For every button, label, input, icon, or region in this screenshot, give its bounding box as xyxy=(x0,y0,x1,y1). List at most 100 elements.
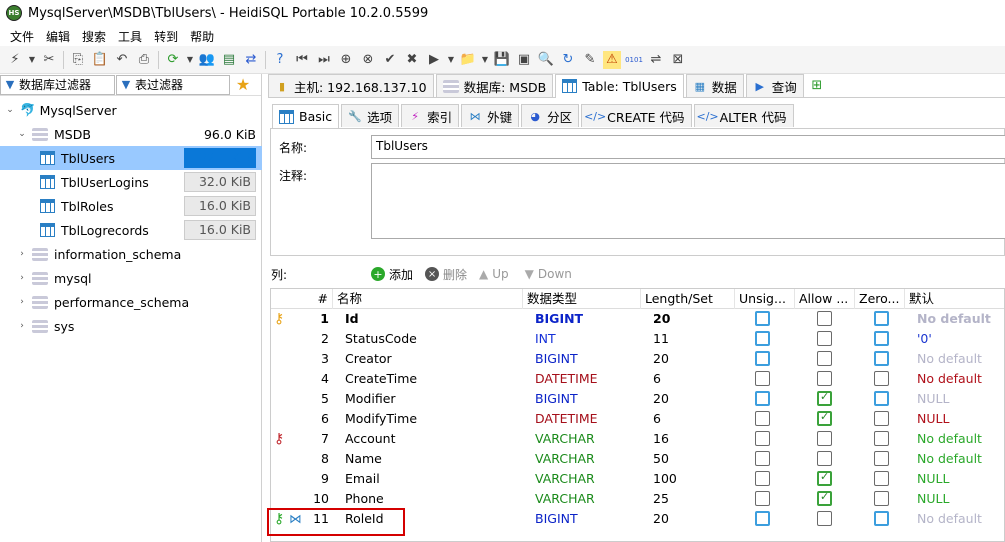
column-name[interactable]: CreateTime xyxy=(345,369,523,389)
tree-db-msdb[interactable]: ⌄ MSDB 96.0 KiB xyxy=(0,122,262,146)
last-icon[interactable]: ⏭ xyxy=(315,51,333,69)
column-name[interactable]: Id xyxy=(345,309,523,329)
database-filter[interactable]: ▼ 数据库过滤器 xyxy=(0,74,115,95)
column-length[interactable]: 16 xyxy=(653,429,735,449)
refresh-icon[interactable]: ⟳ xyxy=(164,51,182,69)
tab-data[interactable]: ▦ 数据 xyxy=(685,74,744,97)
col-header-number[interactable]: # xyxy=(271,289,333,309)
expand-chevron-icon[interactable]: › xyxy=(16,321,28,331)
col-header-length[interactable]: Length/Set xyxy=(641,289,735,309)
collapse-chevron-icon[interactable]: ⌄ xyxy=(4,105,16,115)
column-name[interactable]: Modifier xyxy=(345,389,523,409)
zerofill-checkbox[interactable] xyxy=(874,491,889,506)
unsigned-checkbox[interactable] xyxy=(755,471,770,486)
tab-basic[interactable]: Basic xyxy=(272,104,340,128)
column-default[interactable]: No default xyxy=(917,349,1004,369)
tree-table-tblroles[interactable]: TblRoles 16.0 KiB xyxy=(0,194,262,218)
column-default[interactable]: No default xyxy=(917,309,1004,329)
save-snippet-icon[interactable]: ▣ xyxy=(515,51,533,69)
column-length[interactable]: 25 xyxy=(653,489,735,509)
column-length[interactable]: 20 xyxy=(653,509,735,529)
column-default[interactable]: NULL xyxy=(917,469,1004,489)
expand-chevron-icon[interactable]: › xyxy=(16,249,28,259)
column-default[interactable]: NULL xyxy=(917,489,1004,509)
column-type[interactable]: VARCHAR xyxy=(535,429,641,449)
tab-alter-code[interactable]: </> ALTER 代码 xyxy=(693,104,794,127)
tab-host[interactable]: ▮ 主机: 192.168.137.10 xyxy=(268,74,434,97)
table-comment-input[interactable] xyxy=(371,163,1005,239)
unsigned-checkbox[interactable] xyxy=(755,371,770,386)
favorites-star-icon[interactable]: ★ xyxy=(234,75,252,94)
post-icon[interactable]: ✔ xyxy=(381,51,399,69)
tab-foreign-keys[interactable]: ⋈ 外键 xyxy=(461,104,520,127)
column-length[interactable]: 20 xyxy=(653,349,735,369)
zerofill-checkbox[interactable] xyxy=(874,351,889,366)
column-name[interactable]: StatusCode xyxy=(345,329,523,349)
delete-column-button[interactable]: × 删除 xyxy=(425,266,467,283)
table-row[interactable]: 3 Creator BIGINT 20 No default xyxy=(271,349,1004,369)
column-type[interactable]: BIGINT xyxy=(535,349,641,369)
tab-options[interactable]: 🔧 选项 xyxy=(341,104,400,127)
add-column-button[interactable]: + 添加 xyxy=(371,266,413,283)
unsigned-checkbox[interactable] xyxy=(755,451,770,466)
column-type[interactable]: BIGINT xyxy=(535,309,641,329)
column-name[interactable]: Name xyxy=(345,449,523,469)
col-header-zerofill[interactable]: Zero... xyxy=(855,289,905,309)
menu-file[interactable]: 文件 xyxy=(4,28,40,45)
tab-indexes[interactable]: ⚡ 索引 xyxy=(401,104,460,127)
column-default[interactable]: No default xyxy=(917,369,1004,389)
allow-null-checkbox[interactable] xyxy=(817,331,832,346)
table-row[interactable]: 9 Email VARCHAR 100 NULL xyxy=(271,469,1004,489)
allow-null-checkbox[interactable] xyxy=(817,511,832,526)
column-type[interactable]: DATETIME xyxy=(535,409,641,429)
table-row[interactable]: 10 Phone VARCHAR 25 NULL xyxy=(271,489,1004,509)
zerofill-checkbox[interactable] xyxy=(874,331,889,346)
table-name-input[interactable]: TblUsers xyxy=(371,135,1005,159)
paste-icon[interactable]: 📋 xyxy=(91,51,109,69)
column-type[interactable]: VARCHAR xyxy=(535,449,641,469)
column-type[interactable]: DATETIME xyxy=(535,369,641,389)
column-length[interactable]: 50 xyxy=(653,449,735,469)
tab-query[interactable]: ▶ 查询 xyxy=(745,74,804,97)
unsigned-checkbox[interactable] xyxy=(755,351,770,366)
column-length[interactable]: 6 xyxy=(653,369,735,389)
column-default[interactable]: NULL xyxy=(917,409,1004,429)
table-row[interactable]: ⚷ 7 Account VARCHAR 16 No default xyxy=(271,429,1004,449)
zerofill-checkbox[interactable] xyxy=(874,311,889,326)
menu-edit[interactable]: 编辑 xyxy=(40,28,76,45)
export-icon[interactable]: ▤ xyxy=(220,51,238,69)
zerofill-checkbox[interactable] xyxy=(874,371,889,386)
dropdown-arrow-icon[interactable]: ▼ xyxy=(481,51,489,69)
unsigned-checkbox[interactable] xyxy=(755,311,770,326)
print-icon[interactable]: ⎙ xyxy=(135,51,153,69)
menu-goto[interactable]: 转到 xyxy=(148,28,184,45)
new-query-tab-icon[interactable]: ⊞ xyxy=(808,77,826,95)
table-row[interactable]: ⚷ 1 Id BIGINT 20 No default xyxy=(271,309,1004,329)
column-length[interactable]: 20 xyxy=(653,309,735,329)
allow-null-checkbox[interactable] xyxy=(817,451,832,466)
tree-db-information-schema[interactable]: › information_schema xyxy=(0,242,262,266)
unsigned-checkbox[interactable] xyxy=(755,331,770,346)
tree-table-tbllogrecords[interactable]: TblLogrecords 16.0 KiB xyxy=(0,218,262,242)
zerofill-checkbox[interactable] xyxy=(874,471,889,486)
move-down-button[interactable]: ▼ Down xyxy=(525,267,572,281)
dropdown-arrow-icon[interactable]: ▼ xyxy=(447,51,455,69)
help-icon[interactable]: ? xyxy=(271,51,289,69)
zerofill-checkbox[interactable] xyxy=(874,411,889,426)
column-name[interactable]: Phone xyxy=(345,489,523,509)
zerofill-checkbox[interactable] xyxy=(874,451,889,466)
column-default[interactable]: No default xyxy=(917,429,1004,449)
first-icon[interactable]: ⏮ xyxy=(293,51,311,69)
column-type[interactable]: VARCHAR xyxy=(535,489,641,509)
menu-help[interactable]: 帮助 xyxy=(184,28,220,45)
delete-row-icon[interactable]: ⊗ xyxy=(359,51,377,69)
dropdown-arrow-icon[interactable]: ▼ xyxy=(186,51,194,69)
column-default[interactable]: No default xyxy=(917,509,1004,529)
allow-null-checkbox[interactable] xyxy=(817,390,832,406)
unsigned-checkbox[interactable] xyxy=(755,391,770,406)
undo-icon[interactable]: ↶ xyxy=(113,51,131,69)
column-length[interactable]: 11 xyxy=(653,329,735,349)
find-icon[interactable]: 🔍 xyxy=(537,51,555,69)
column-type[interactable]: BIGINT xyxy=(535,389,641,409)
tree-db-mysql[interactable]: › mysql xyxy=(0,266,262,290)
